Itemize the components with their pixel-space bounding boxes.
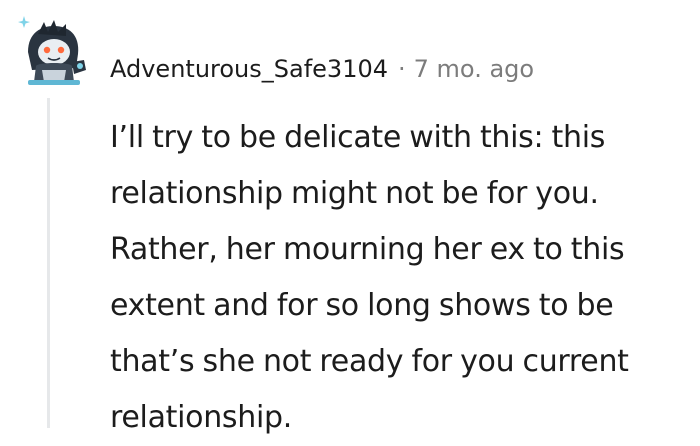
author-username[interactable]: Adventurous_Safe3104 — [110, 52, 388, 86]
comment: Adventurous_Safe3104 · 7 mo. ago I’ll tr… — [0, 0, 700, 435]
comment-body-line: I’ll try to be delicate with this: this — [110, 120, 606, 155]
comment-body-line: relationship might not be for you. — [110, 176, 599, 211]
snoo-avatar-icon — [18, 16, 86, 85]
comment-body-line: relationship. — [110, 400, 292, 435]
thread-collapse-line[interactable] — [47, 98, 50, 428]
comment-body-line: extent and for so long shows to be — [110, 288, 614, 323]
user-avatar[interactable] — [14, 12, 90, 88]
comment-timestamp[interactable]: 7 mo. ago — [414, 52, 534, 86]
meta-separator: · — [398, 55, 406, 83]
comment-body-line: Rather, her mourning her ex to this — [110, 232, 625, 267]
comment-body: I’ll try to be delicate with this: this … — [110, 110, 700, 446]
comment-body-line: that’s she not ready for you current — [110, 344, 629, 379]
comment-meta: Adventurous_Safe3104 · 7 mo. ago — [110, 52, 534, 86]
